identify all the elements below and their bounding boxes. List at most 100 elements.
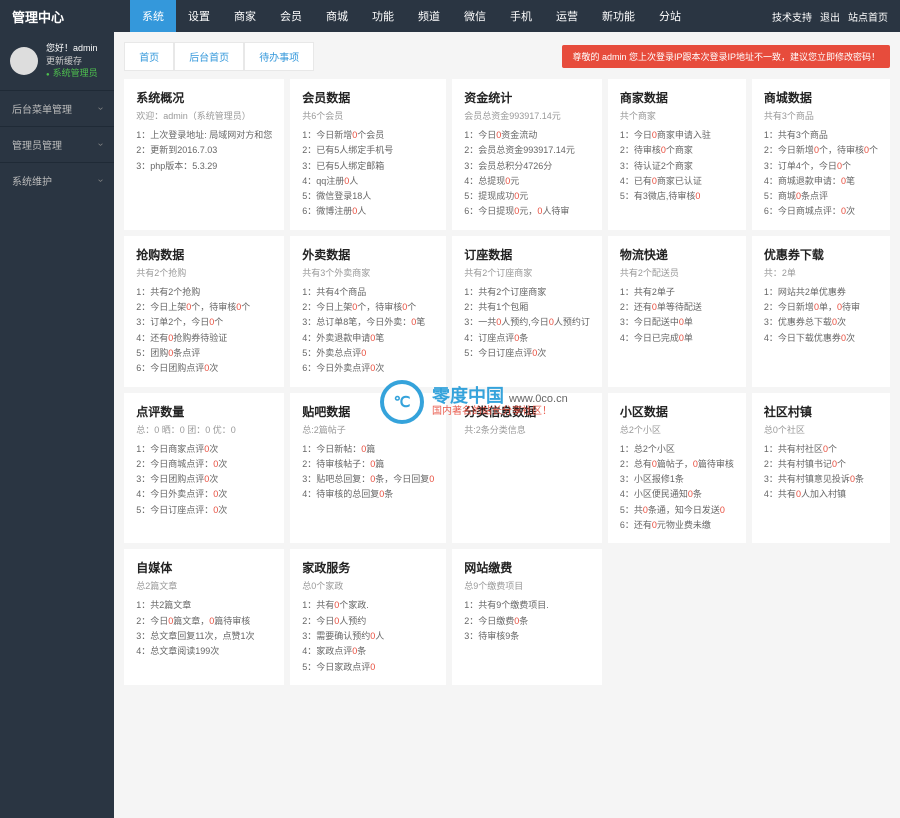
card-item: 3：已有5人绑定邮箱 [302,159,434,174]
topnav-item[interactable]: 商城 [314,0,360,32]
card-item: 1：共2篇文章 [136,598,272,613]
breadcrumb-item[interactable]: 待办事项 [244,42,314,71]
card-item: 1：上次登录地址: 局域网对方和您 [136,128,272,143]
card-subtitle: 总0个家政 [302,579,434,592]
card-item: 2：今日上架0个，待审核0个 [302,300,434,315]
card-item: 4：已有0商家已认证 [620,174,734,189]
card-subtitle: 总2篇文章 [136,579,272,592]
card-item: 4：待审核的总回复0条 [302,487,434,502]
cache-link[interactable]: 更新缓存 [46,55,98,68]
card-list: 1：共有0个家政.2：今日0人预约3：需要确认预约0人4：家政点评0条5：今日家… [302,598,434,674]
card-title: 商城数据 [764,89,878,106]
card-list: 1：总2个小区2：总有0篇帖子，0篇待审核3：小区报修1条4：小区便民通知0条5… [620,442,734,534]
card-item: 4：外卖退款申请0笔 [302,331,434,346]
card-item: 2：还有0单等待配送 [620,300,734,315]
card-subtitle: 共个商家 [620,109,734,122]
card-item: 4：小区便民通知0条 [620,487,734,502]
card: 订座数据共有2个订座商家 1：共有2个订座商家2：共有1个包厢3：一共0人预约,今… [452,236,602,387]
card-item: 4：总提现0元 [464,174,590,189]
card-title: 系统概况 [136,89,272,106]
card: 优惠券下载共：2单1：网站共2单优惠券2：今日新增0单，0待审3：优惠券总下载0… [752,236,890,387]
topnav-item[interactable]: 手机 [498,0,544,32]
topnav-item[interactable]: 系统 [130,0,176,32]
card: 分类信息数据共:2条分类信息 [452,393,602,544]
topnav-item[interactable]: 设置 [176,0,222,32]
card-item: 3：总订单8笔，今日外卖：0笔 [302,315,434,330]
card-list: 1：今日新帖：0篇2：待审核帖子：0篇3：贴吧总回复：0条，今日回复04：待审核… [302,442,434,503]
card-item: 3：今日团购点评0次 [136,472,272,487]
card-subtitle: 共：2单 [764,266,878,279]
card-item: 1：共有9个缴费项目. [464,598,590,613]
card-item: 2：已有5人绑定手机号 [302,143,434,158]
card-subtitle: 总9个缴费项目 [464,579,590,592]
card-list: 1：共有村社区0个2：共有村镇书记0个3：共有村镇意见投诉0条4：共有0人加入村… [764,442,878,503]
card-item: 1：网站共2单优惠券 [764,285,878,300]
card-item: 3：待审核9条 [464,629,590,644]
toplink[interactable]: 技术支持 [772,13,812,24]
card-subtitle: 总:2篇帖子 [302,423,434,436]
card-item: 2：今日0篇文章，0篇待审核 [136,614,272,629]
topbar: 管理中心 系统设置商家会员商城功能频道微信手机运营新功能分站 技术支持退出站点首… [0,0,900,32]
card-subtitle: 共有2个配送员 [620,266,734,279]
card-item: 2：今日商城点评：0次 [136,457,272,472]
card-item: 4：家政点评0条 [302,644,434,659]
card-item: 3：需要确认预约0人 [302,629,434,644]
card-title: 优惠券下载 [764,246,878,263]
card-item: 3：php版本：5.3.29 [136,159,272,174]
card-item: 5：今日订座点评：0次 [136,503,272,518]
card: 家政服务总0个家政1：共有0个家政.2：今日0人预约3：需要确认预约0人4：家政… [290,549,446,684]
card-subtitle: 共有3个商品 [764,109,878,122]
card-item: 2：共有1个包厢 [464,300,590,315]
card-item: 6：今日外卖点评0次 [302,361,434,376]
card-title: 自媒体 [136,559,272,576]
card-title: 订座数据 [464,246,590,263]
card-list: 1：今日新增0个会员2：已有5人绑定手机号3：已有5人绑定邮箱4：qq注册0人5… [302,128,434,220]
card-list: 1：共有9个缴费项目.2：今日缴费0条3：待审核9条 [464,598,590,644]
card-list: 1：共有3个商品2：今日新增0个，待审核0个3：订单4个，今日0个4：商城退款申… [764,128,878,220]
toplink[interactable]: 退出 [820,13,840,24]
sidebar: 您好！admin 更新缓存 系统管理员 后台菜单管理管理员管理系统维护 [0,32,114,818]
card-item: 4：qq注册0人 [302,174,434,189]
card-item: 5：共0条通，知今日发送0 [620,503,734,518]
card-title: 小区数据 [620,403,734,420]
topnav-item[interactable]: 微信 [452,0,498,32]
breadcrumb-item[interactable]: 首页 [124,42,174,71]
card-subtitle: 共6个会员 [302,109,434,122]
sidebar-item[interactable]: 管理员管理 [0,126,114,162]
card-subtitle: 共有2个订座商家 [464,266,590,279]
card-list: 1：今日商家点评0次2：今日商城点评：0次3：今日团购点评0次4：今日外卖点评：… [136,442,272,518]
topnav-item[interactable]: 分站 [647,0,693,32]
card-item: 5：商城0条点评 [764,189,878,204]
sidebar-item[interactable]: 后台菜单管理 [0,90,114,126]
topnav-item[interactable]: 会员 [268,0,314,32]
card-subtitle: 会员总资金993917.14元 [464,109,590,122]
card-title: 分类信息数据 [464,403,590,420]
card-item: 6：今日团购点评0次 [136,361,272,376]
card: 会员数据共6个会员1：今日新增0个会员2：已有5人绑定手机号3：已有5人绑定邮箱… [290,79,446,230]
topnav-item[interactable]: 运营 [544,0,590,32]
topnav-item[interactable]: 频道 [406,0,452,32]
card-item: 6：微博注册0人 [302,204,434,219]
topnav-item[interactable]: 新功能 [590,0,647,32]
card-title: 贴吧数据 [302,403,434,420]
card: 商城数据共有3个商品 1：共有3个商品2：今日新增0个，待审核0个3：订单4个，今… [752,79,890,230]
toplink[interactable]: 站点首页 [848,13,888,24]
card-list: 1：共2篇文章2：今日0篇文章，0篇待审核3：总文章回复11次，点赞1次4：总文… [136,598,272,659]
card-subtitle: 共:2条分类信息 [464,423,590,436]
card-item: 4：订座点评0条 [464,331,590,346]
card-item: 1：今日新帖：0篇 [302,442,434,457]
card-item: 1：总2个小区 [620,442,734,457]
card-item: 3：小区报修1条 [620,472,734,487]
card-item: 5：有3微店,待审核0 [620,189,734,204]
card-list: 1：共有2个订座商家2：共有1个包厢3：一共0人预约,今日0人预约订4：订座点评… [464,285,590,361]
card-item: 2：待审核帖子：0篇 [302,457,434,472]
card-item: 2：待审核0个商家 [620,143,734,158]
topnav-item[interactable]: 功能 [360,0,406,32]
card-item: 1：共有4个商品 [302,285,434,300]
card-item: 3：优惠券总下载0次 [764,315,878,330]
sidebar-item[interactable]: 系统维护 [0,162,114,198]
topnav-item[interactable]: 商家 [222,0,268,32]
breadcrumb-item[interactable]: 后台首页 [174,42,244,71]
user-greeting: 您好！admin [46,42,98,55]
card-item: 1：共有3个商品 [764,128,878,143]
